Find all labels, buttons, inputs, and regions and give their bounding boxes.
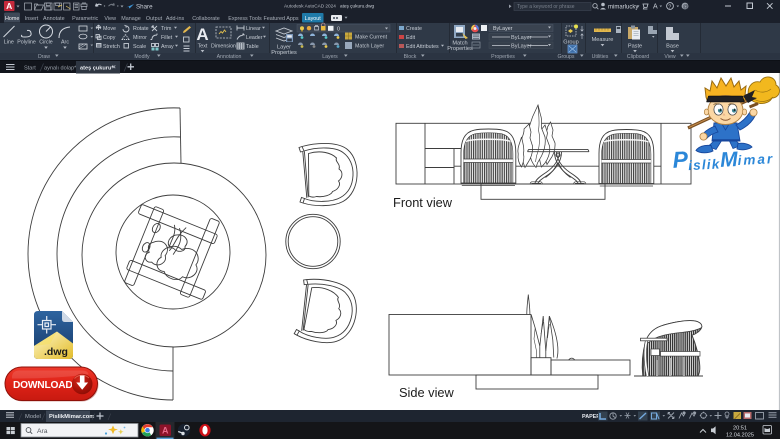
svg-text:Layout: Layout	[305, 16, 322, 22]
svg-text:Circle: Circle	[39, 40, 53, 46]
svg-text:Linear: Linear	[246, 26, 261, 32]
svg-text:Polyline: Polyline	[17, 40, 36, 46]
svg-text:Leader: Leader	[246, 35, 263, 41]
svg-text:Group: Group	[563, 40, 579, 46]
svg-text:Paste: Paste	[628, 44, 642, 50]
svg-text:Clipboard: Clipboard	[627, 54, 649, 60]
svg-text:20:51: 20:51	[733, 426, 747, 432]
svg-text:Annotate: Annotate	[43, 16, 65, 22]
svg-text:Groups: Groups	[557, 54, 574, 60]
svg-text:View: View	[664, 54, 675, 60]
svg-text:PAPER: PAPER	[582, 414, 600, 420]
svg-text:Share: Share	[136, 3, 153, 10]
svg-text:Featured Apps: Featured Apps	[263, 16, 298, 22]
svg-text:Text: Text	[198, 44, 208, 50]
svg-text:aynalı dolap*: aynalı dolap*	[44, 66, 77, 72]
svg-text:Fillet: Fillet	[161, 35, 173, 41]
svg-text:ByLayer: ByLayer	[493, 26, 513, 32]
svg-text:Express Tools: Express Tools	[228, 16, 262, 22]
svg-text:Scale: Scale	[133, 44, 146, 50]
svg-text:Output: Output	[146, 16, 163, 22]
svg-text:ateş çukuru.dwg: ateş çukuru.dwg	[340, 4, 375, 9]
svg-text:0: 0	[337, 27, 340, 33]
svg-text:DOWNLOAD: DOWNLOAD	[13, 380, 73, 391]
svg-text:Edit Attributes: Edit Attributes	[406, 44, 439, 50]
svg-text:ByLayer: ByLayer	[511, 44, 532, 50]
svg-text:Arc: Arc	[61, 40, 69, 46]
svg-text:mimarlucky: mimarlucky	[608, 4, 638, 10]
svg-text:Layers: Layers	[322, 54, 338, 60]
svg-text:Make Current: Make Current	[355, 35, 388, 41]
svg-text:Utilities: Utilities	[592, 54, 609, 60]
svg-text:Start: Start	[24, 66, 36, 72]
svg-text:Insert: Insert	[25, 16, 39, 22]
svg-text:Measure: Measure	[592, 37, 614, 43]
svg-text:Table: Table	[246, 44, 259, 50]
svg-text:ateş çukuru*: ateş çukuru*	[80, 66, 114, 72]
svg-text:Properties: Properties	[447, 46, 473, 52]
svg-text:Model: Model	[25, 414, 41, 420]
svg-text:Move: Move	[103, 26, 116, 32]
svg-text:Autodesk AutoCAD 2024: Autodesk AutoCAD 2024	[284, 4, 336, 9]
svg-text:Edit: Edit	[406, 35, 416, 41]
svg-text:PislikMimar.com: PislikMimar.com	[49, 414, 94, 420]
svg-text:Stretch: Stretch	[103, 44, 120, 50]
svg-text:Dimension: Dimension	[211, 44, 236, 50]
svg-text:@: @	[683, 4, 689, 10]
svg-text:Parametric: Parametric	[72, 16, 98, 22]
svg-text:Manage: Manage	[121, 16, 140, 22]
svg-text:Ara: Ara	[37, 428, 48, 435]
svg-text:Rotate: Rotate	[133, 26, 149, 32]
svg-text:Block: Block	[404, 54, 417, 60]
svg-text:Draw: Draw	[38, 54, 50, 60]
svg-text:ByLayer: ByLayer	[511, 35, 532, 41]
svg-text:Trim: Trim	[161, 26, 172, 32]
svg-text:Mimar: Mimar	[720, 146, 775, 172]
svg-text:Properties: Properties	[491, 54, 515, 60]
svg-text:Create: Create	[406, 26, 422, 32]
svg-text:Home: Home	[5, 16, 19, 22]
svg-text:Line: Line	[4, 40, 14, 46]
svg-text:A: A	[162, 426, 169, 436]
svg-text:Collaborate: Collaborate	[192, 16, 220, 22]
svg-text:.dwg: .dwg	[44, 346, 68, 358]
svg-text:12.04.2025: 12.04.2025	[726, 433, 754, 439]
svg-text:A: A	[196, 25, 208, 44]
svg-text:View: View	[104, 16, 116, 22]
svg-text:Base: Base	[666, 44, 679, 50]
svg-text:?: ?	[668, 4, 671, 10]
svg-text:A: A	[653, 4, 658, 11]
svg-text:Type a keyword or phrase: Type a keyword or phrase	[517, 4, 575, 10]
svg-text:A: A	[6, 1, 12, 11]
svg-text:Properties: Properties	[271, 50, 297, 56]
svg-text:Match Layer: Match Layer	[355, 44, 384, 50]
svg-text:Add-ins: Add-ins	[166, 16, 185, 22]
svg-text:Mirror: Mirror	[133, 35, 147, 41]
svg-text:Side view: Side view	[399, 385, 455, 400]
svg-text:Front view: Front view	[393, 195, 453, 210]
svg-text:Copy: Copy	[103, 35, 116, 41]
svg-text:Annotation: Annotation	[217, 54, 242, 60]
svg-text:Array: Array	[161, 44, 174, 50]
svg-text:Modify: Modify	[134, 54, 150, 60]
